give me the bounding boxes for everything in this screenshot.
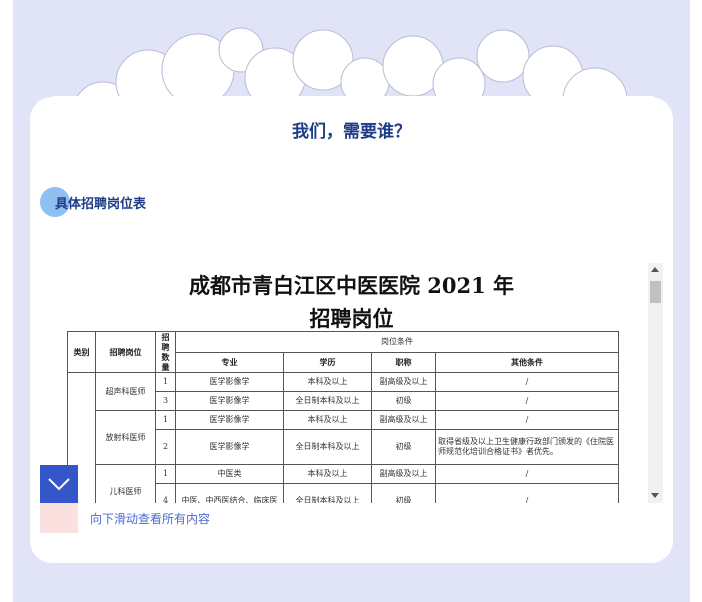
document-title-line2: 招聘岗位 bbox=[309, 306, 394, 331]
header-category: 类别 bbox=[67, 331, 96, 373]
vertical-scrollbar[interactable] bbox=[648, 263, 663, 503]
chevron-down-icon bbox=[48, 478, 70, 491]
header-position: 招聘岗位 bbox=[95, 331, 156, 373]
document-title-line1: 成都市青白江区中医医院 2021 年 bbox=[188, 273, 515, 298]
header-conditions: 岗位条件 bbox=[175, 331, 619, 353]
header-title: 职称 bbox=[371, 351, 436, 373]
header-major: 专业 bbox=[175, 351, 284, 373]
decorative-block bbox=[40, 503, 78, 533]
scroll-hint-text: 向下滑动查看所有内容 bbox=[90, 512, 211, 526]
group-cell: 儿科医师 bbox=[95, 464, 156, 503]
section-title-text: 我们，需要谁？ bbox=[292, 122, 411, 142]
header-education: 学历 bbox=[283, 351, 372, 373]
page-background: 我们，需要谁？ 具体招聘岗位表 成都市青白江区中医医院 2021 年 招聘岗位 … bbox=[13, 0, 690, 602]
scroll-down-button[interactable] bbox=[40, 465, 78, 503]
table-header-row: 类别 招聘岗位 招聘数量 岗位条件 bbox=[67, 331, 619, 373]
table-row: 儿科医师 1 中医类 本科及以上 副高级及以上 / bbox=[68, 464, 619, 503]
subheading-text: 具体招聘岗位表 bbox=[55, 196, 147, 212]
scroll-down-arrow-icon[interactable] bbox=[651, 493, 659, 498]
scroll-up-arrow-icon[interactable] bbox=[651, 267, 659, 272]
section-title: 我们，需要谁？ bbox=[30, 117, 673, 144]
header-other: 其他条件 bbox=[435, 351, 619, 373]
table-row: 放射科医师 1 医学影像学 本科及以上 副高级及以上 / bbox=[68, 410, 619, 465]
content-card: 我们，需要谁？ 具体招聘岗位表 成都市青白江区中医医院 2021 年 招聘岗位 … bbox=[30, 97, 673, 563]
subheading: 具体招聘岗位表 bbox=[40, 187, 146, 217]
recruitment-document: 成都市青白江区中医医院 2021 年 招聘岗位 类别 招聘岗位 招聘数量 岗位条… bbox=[55, 263, 648, 503]
scrollbar-thumb[interactable] bbox=[650, 281, 661, 303]
document-viewer[interactable]: 成都市青白江区中医医院 2021 年 招聘岗位 类别 招聘岗位 招聘数量 岗位条… bbox=[55, 263, 663, 503]
positions-table: 类别 招聘岗位 招聘数量 岗位条件 专业 学历 职称 其他条件 超声科医师 1 … bbox=[67, 331, 619, 503]
table-row: 超声科医师 1 医学影像学 本科及以上 副高级及以上 / bbox=[67, 372, 619, 503]
group-cell: 超声科医师 bbox=[95, 372, 156, 411]
group-cell: 放射科医师 bbox=[95, 410, 156, 465]
header-count: 招聘数量 bbox=[155, 331, 176, 373]
